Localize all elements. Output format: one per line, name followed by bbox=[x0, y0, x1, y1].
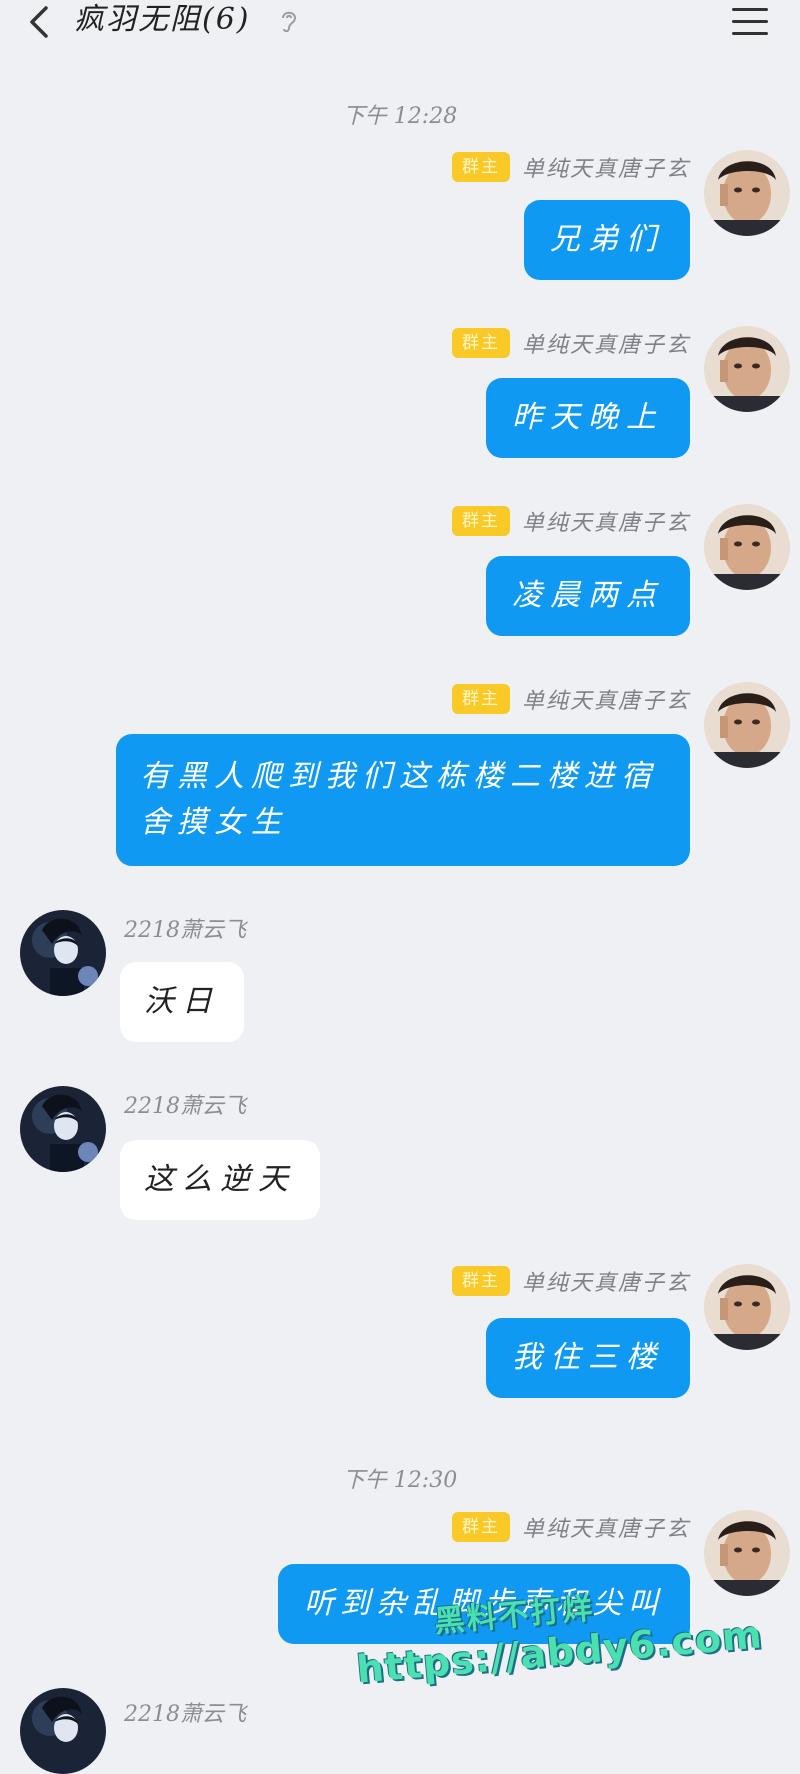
sender-row: 群主 单纯天真唐子玄 bbox=[451, 682, 690, 716]
chevron-left-icon[interactable] bbox=[20, 2, 60, 42]
message-bubble[interactable]: 这么逆天 bbox=[120, 1140, 320, 1220]
sender-name: 2218萧云飞 bbox=[124, 1702, 246, 1727]
avatar[interactable] bbox=[704, 504, 790, 590]
message-bubble[interactable]: 沃日 bbox=[120, 962, 244, 1042]
group-owner-badge: 群主 bbox=[451, 506, 510, 536]
sender-name: 单纯天真唐子玄 bbox=[521, 1517, 690, 1542]
group-owner-badge: 群主 bbox=[451, 1266, 510, 1296]
message-bubble[interactable]: 凌晨两点 bbox=[486, 556, 690, 636]
ear-icon bbox=[282, 11, 297, 33]
message-bubble[interactable]: 兄弟们 bbox=[524, 200, 690, 280]
chat-header: 疯羽无阻(6) bbox=[0, 0, 800, 48]
sender-name: 单纯天真唐子玄 bbox=[521, 511, 690, 536]
sender-name: 单纯天真唐子玄 bbox=[521, 1271, 690, 1296]
group-owner-badge: 群主 bbox=[451, 328, 510, 358]
timestamp: 下午 12:28 bbox=[342, 104, 458, 129]
avatar[interactable] bbox=[704, 1264, 790, 1350]
avatar[interactable] bbox=[704, 1510, 790, 1596]
sender-name: 2218萧云飞 bbox=[124, 1094, 246, 1119]
sender-row: 群主 单纯天真唐子玄 bbox=[451, 150, 690, 184]
avatar[interactable] bbox=[704, 682, 790, 768]
group-owner-badge: 群主 bbox=[451, 684, 510, 714]
chat-title: 疯羽无阻(6) bbox=[74, 2, 251, 37]
message-bubble[interactable]: 我住三楼 bbox=[486, 1318, 690, 1398]
message-bubble[interactable]: 昨天晚上 bbox=[486, 378, 690, 458]
sender-name: 2218萧云飞 bbox=[124, 918, 246, 943]
message-line: 舍摸女生 bbox=[140, 805, 288, 840]
message-bubble[interactable]: 有黑人爬到我们这栋楼二楼进宿 舍摸女生 bbox=[116, 734, 690, 866]
sender-row: 群主 单纯天真唐子玄 bbox=[451, 1510, 690, 1544]
avatar[interactable] bbox=[704, 326, 790, 412]
group-owner-badge: 群主 bbox=[451, 152, 510, 182]
avatar[interactable] bbox=[20, 910, 106, 996]
avatar[interactable] bbox=[20, 1086, 106, 1172]
sender-row: 群主 单纯天真唐子玄 bbox=[451, 504, 690, 538]
sender-row: 群主 单纯天真唐子玄 bbox=[451, 326, 690, 360]
sender-name: 单纯天真唐子玄 bbox=[521, 157, 690, 182]
avatar[interactable] bbox=[20, 1688, 106, 1774]
sender-row: 群主 单纯天真唐子玄 bbox=[451, 1264, 690, 1298]
sender-name: 单纯天真唐子玄 bbox=[521, 333, 690, 358]
sender-name: 单纯天真唐子玄 bbox=[521, 689, 690, 714]
hamburger-menu-icon[interactable] bbox=[728, 2, 772, 42]
avatar[interactable] bbox=[704, 150, 790, 236]
timestamp: 下午 12:30 bbox=[342, 1468, 458, 1493]
group-owner-badge: 群主 bbox=[451, 1512, 510, 1542]
message-line: 有黑人爬到我们这栋楼二楼进宿 bbox=[140, 759, 658, 794]
